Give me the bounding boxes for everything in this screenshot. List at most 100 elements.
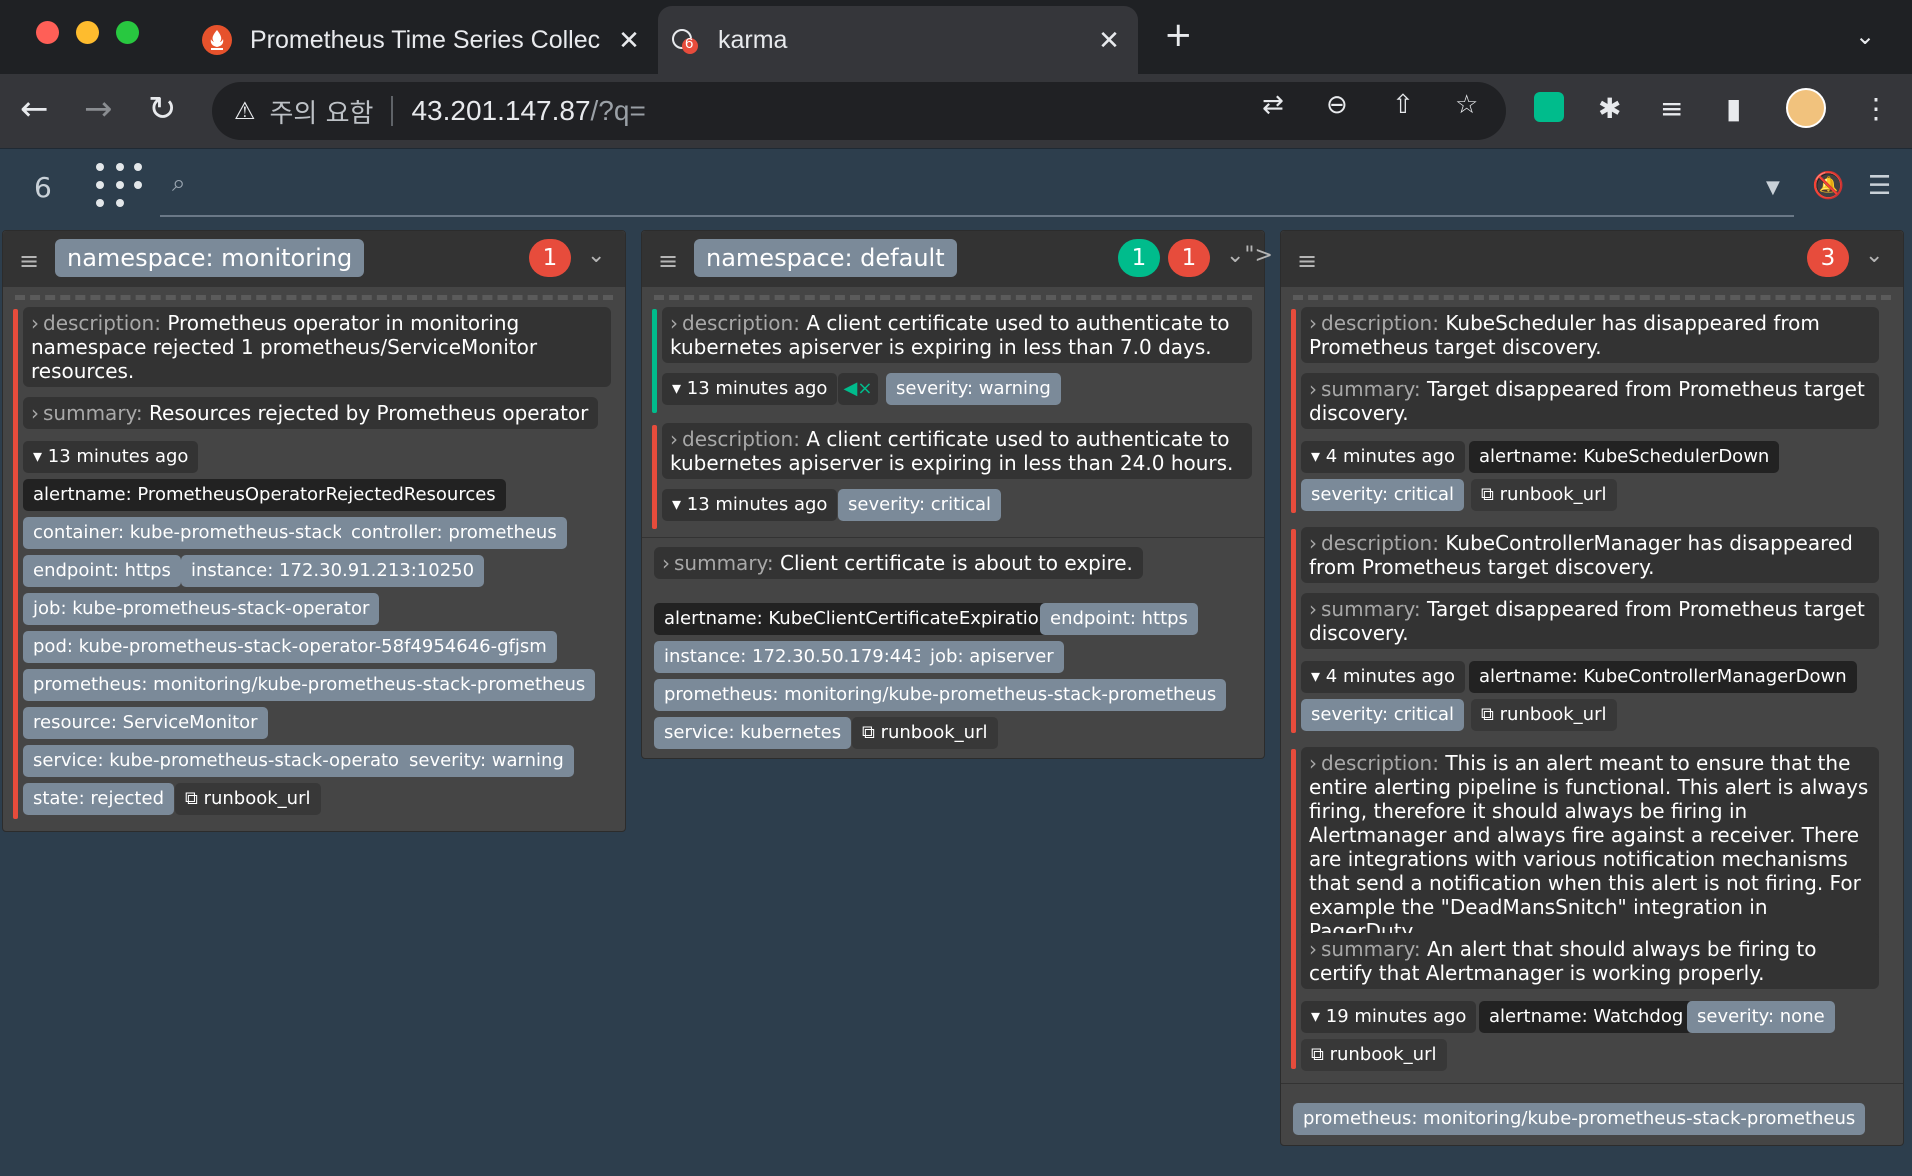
label-severity[interactable]: severity: critical — [1301, 479, 1465, 511]
alert-time-toggle[interactable]: ▾ 4 minutes ago — [1301, 441, 1465, 473]
label-container[interactable]: container: kube-prometheus-stack — [23, 517, 353, 549]
tab-alert-badge: 6 — [685, 35, 694, 52]
url-text[interactable]: 43.201.147.87/?q= — [411, 95, 645, 127]
back-arrow-icon[interactable]: ← — [20, 92, 49, 126]
settings-sliders-icon[interactable]: ☰ — [1868, 171, 1891, 201]
annotation-description[interactable]: › description: KubeControllerManager has … — [1301, 527, 1879, 583]
collapse-chevron-icon[interactable]: ⌄ — [587, 243, 605, 268]
expand-chevron-icon: › — [31, 311, 39, 335]
extensions-puzzle-icon[interactable]: ✱ — [1598, 92, 1621, 125]
annotation-description[interactable]: › description: A client certificate used … — [662, 307, 1252, 363]
alert-time-toggle[interactable]: ▾ 13 minutes ago — [662, 373, 838, 405]
label-severity[interactable]: severity: critical — [1301, 699, 1465, 731]
warning-triangle-icon[interactable]: ⚠ — [234, 97, 256, 125]
forward-arrow-icon[interactable]: → — [84, 92, 113, 126]
label-alertname[interactable]: alertname: KubeSchedulerDown — [1469, 441, 1780, 473]
expand-chevron-icon: › — [31, 401, 39, 425]
label-severity[interactable]: severity: none — [1687, 1001, 1835, 1033]
share-icon[interactable]: ⇧ — [1392, 90, 1414, 120]
label-pod[interactable]: pod: kube-prometheus-stack-operator-58f4… — [23, 631, 557, 663]
silence-bell-slash-icon[interactable]: 🔕 — [1812, 171, 1844, 201]
maximize-window-button[interactable] — [116, 21, 139, 44]
label-resource[interactable]: resource: ServiceMonitor — [23, 707, 268, 739]
annotation-summary[interactable]: › summary: An alert that should always be… — [1301, 933, 1879, 989]
annotation-description[interactable]: › description: KubeScheduler has disappea… — [1301, 307, 1879, 363]
silenced-speaker-icon[interactable]: ◀× — [838, 373, 878, 405]
alert-time-toggle[interactable]: ▾ 13 minutes ago — [23, 441, 199, 473]
label-service[interactable]: service: kube-prometheus-stack-operator — [23, 745, 417, 777]
label-severity[interactable]: severity: critical — [838, 489, 1002, 521]
label-alertname[interactable]: alertname: Watchdog — [1479, 1001, 1694, 1033]
runbook-link[interactable]: ⧉ runbook_url — [1301, 1039, 1447, 1071]
alert-state-bar — [1291, 309, 1296, 513]
security-warning-label[interactable]: 주의 요함 — [270, 93, 374, 130]
group-menu-icon[interactable]: ≡ — [19, 247, 39, 275]
browser-tab-bar: Prometheus Time Series Collec ✕ 6 karma … — [0, 0, 1912, 74]
side-panel-icon[interactable]: ▮ — [1726, 92, 1741, 125]
label-severity[interactable]: severity: warning — [886, 373, 1061, 405]
browser-menu-kebab-icon[interactable]: ⋮ — [1862, 92, 1890, 125]
profile-avatar[interactable] — [1786, 88, 1826, 135]
label-job[interactable]: job: kube-prometheus-stack-operator — [23, 593, 380, 625]
extension-hexagon-icon[interactable] — [1534, 92, 1564, 129]
label-endpoint[interactable]: endpoint: https — [23, 555, 181, 587]
alert-count-badge: 1 — [529, 239, 571, 277]
annotation-description[interactable]: › description: A client certificate used … — [662, 423, 1252, 479]
external-link-icon: ⧉ — [1481, 704, 1494, 725]
tab-prometheus[interactable]: Prometheus Time Series Collec ✕ — [190, 6, 658, 74]
tab-karma[interactable]: 6 karma ✕ — [658, 6, 1138, 74]
runbook-link[interactable]: ⧉ runbook_url — [175, 783, 321, 815]
label-alertname[interactable]: alertname: KubeControllerManagerDown — [1469, 661, 1857, 693]
group-menu-icon[interactable]: ≡ — [1297, 247, 1317, 275]
search-icon: ⌕ — [172, 169, 186, 197]
close-window-button[interactable] — [36, 21, 59, 44]
address-bar[interactable]: ⚠ 주의 요함 43.201.147.87/?q= — [212, 82, 1506, 140]
runbook-link[interactable]: ⧉ runbook_url — [852, 717, 998, 749]
alert-time-toggle[interactable]: ▾ 13 minutes ago — [662, 489, 838, 521]
close-tab-icon[interactable]: ✕ — [614, 25, 644, 56]
annotation-description[interactable]: › description: Prometheus operator in mon… — [23, 307, 611, 387]
label-alertname[interactable]: alertname: PrometheusOperatorRejectedRes… — [23, 479, 506, 511]
alert-state-bar — [13, 309, 18, 819]
filter-input[interactable] — [200, 163, 1760, 211]
reload-icon[interactable]: ↻ — [148, 92, 177, 126]
group-menu-icon[interactable]: ≡ — [658, 247, 678, 275]
label-state[interactable]: state: rejected — [23, 783, 174, 815]
annotation-summary[interactable]: › summary: Target disappeared from Promet… — [1301, 593, 1879, 649]
label-instance[interactable]: instance: 172.30.50.179:443 — [654, 641, 935, 673]
label-endpoint[interactable]: endpoint: https — [1040, 603, 1198, 635]
tab-search-chevron-icon[interactable]: ⌄ — [1855, 22, 1875, 50]
label-severity[interactable]: severity: warning — [399, 745, 574, 777]
tab-title: karma — [718, 25, 788, 54]
label-prometheus[interactable]: prometheus: monitoring/kube-prometheus-s… — [23, 669, 596, 701]
annotation-summary[interactable]: › summary: Resources rejected by Promethe… — [23, 397, 599, 429]
zoom-out-icon[interactable]: ⊖ — [1326, 90, 1348, 120]
label-alertname[interactable]: alertname: KubeClientCertificateExpirati… — [654, 603, 1061, 635]
close-tab-icon[interactable]: ✕ — [1094, 25, 1124, 56]
external-link-icon: ⧉ — [862, 722, 875, 743]
label-controller[interactable]: controller: prometheus — [341, 517, 567, 549]
annotation-summary[interactable]: › summary: Target disappeared from Promet… — [1301, 373, 1879, 429]
expand-chevron-icon: › — [1309, 751, 1317, 775]
media-queue-icon[interactable]: ≡ — [1660, 92, 1683, 125]
translate-icon[interactable]: ⇄ — [1262, 90, 1284, 120]
bookmark-star-icon[interactable]: ☆ — [1455, 90, 1478, 120]
annotation-description[interactable]: › description: This is an alert meant to … — [1301, 747, 1879, 947]
new-tab-plus-icon[interactable]: + — [1164, 18, 1193, 52]
annotation-summary[interactable]: › summary: Client certificate is about to… — [654, 547, 1143, 579]
collapse-chevron-icon[interactable]: ⌄"> — [1226, 243, 1273, 268]
history-dropdown-caret-icon[interactable]: ▼ — [1766, 177, 1780, 198]
label-prometheus[interactable]: prometheus: monitoring/kube-prometheus-s… — [1293, 1103, 1866, 1135]
runbook-link[interactable]: ⧉ runbook_url — [1471, 699, 1617, 731]
minimize-window-button[interactable] — [76, 21, 99, 44]
group-title[interactable]: namespace: monitoring — [55, 239, 365, 277]
group-title[interactable]: namespace: default — [694, 239, 957, 277]
alert-time-toggle[interactable]: ▾ 19 minutes ago — [1301, 1001, 1477, 1033]
label-job[interactable]: job: apiserver — [920, 641, 1064, 673]
label-service[interactable]: service: kubernetes — [654, 717, 852, 749]
label-instance[interactable]: instance: 172.30.91.213:10250 — [181, 555, 485, 587]
label-prometheus[interactable]: prometheus: monitoring/kube-prometheus-s… — [654, 679, 1227, 711]
runbook-link[interactable]: ⧉ runbook_url — [1471, 479, 1617, 511]
collapse-chevron-icon[interactable]: ⌄ — [1865, 243, 1883, 268]
alert-time-toggle[interactable]: ▾ 4 minutes ago — [1301, 661, 1465, 693]
